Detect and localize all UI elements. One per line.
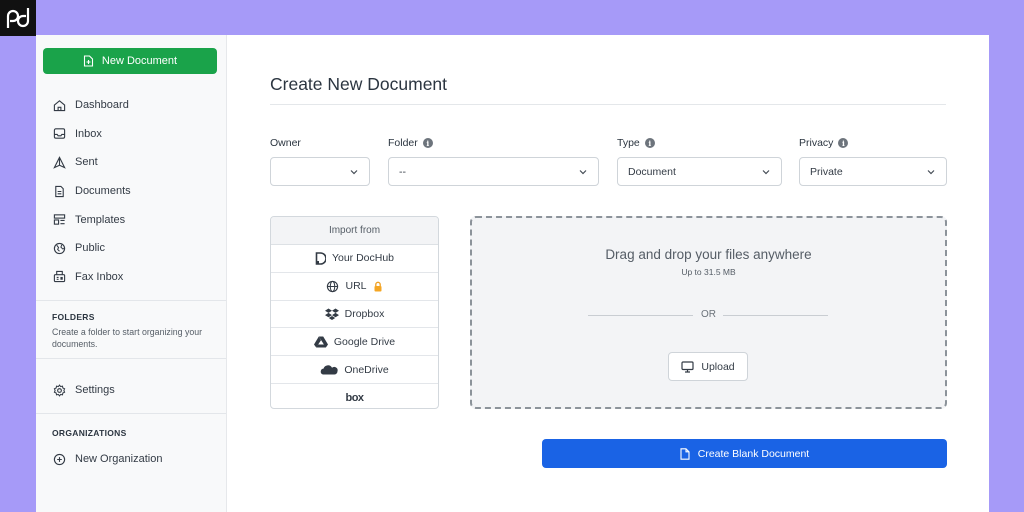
sidebar-item-label: Sent bbox=[75, 156, 98, 169]
new-document-button[interactable]: New Document bbox=[43, 48, 217, 74]
import-dochub-button[interactable]: Your DocHub bbox=[271, 245, 438, 273]
page-title: Create New Document bbox=[270, 74, 448, 94]
sidebar-item-inbox[interactable]: Inbox bbox=[36, 120, 226, 149]
folder-label: Folder i bbox=[388, 137, 433, 149]
privacy-value: Private bbox=[810, 165, 843, 178]
globe-icon bbox=[53, 242, 66, 254]
sidebar-item-dashboard[interactable]: Dashboard bbox=[36, 91, 226, 120]
privacy-label-text: Privacy bbox=[799, 137, 834, 149]
sidebar-item-label: Public bbox=[75, 242, 105, 255]
folder-label-text: Folder bbox=[388, 137, 418, 149]
sidebar-item-label: Dashboard bbox=[75, 99, 129, 112]
folder-value: -- bbox=[399, 165, 406, 178]
monitor-icon bbox=[681, 360, 694, 373]
organizations-heading: ORGANIZATIONS bbox=[52, 428, 127, 438]
gear-icon bbox=[53, 384, 66, 397]
google-drive-icon bbox=[313, 336, 328, 348]
onedrive-icon bbox=[321, 365, 338, 375]
import-dochub-label: Your DocHub bbox=[331, 252, 395, 265]
globe-icon bbox=[327, 280, 339, 292]
fax-icon bbox=[53, 271, 66, 283]
chevron-down-icon bbox=[927, 169, 935, 174]
create-blank-document-button[interactable]: Create Blank Document bbox=[542, 439, 947, 468]
inbox-icon bbox=[53, 128, 66, 140]
type-label: Type i bbox=[617, 137, 655, 149]
templates-icon bbox=[53, 214, 66, 225]
owner-label-text: Owner bbox=[270, 137, 301, 149]
sidebar-item-settings[interactable]: Settings bbox=[36, 376, 226, 405]
import-box-button[interactable]: box bbox=[271, 384, 438, 408]
sidebar-item-label: New Organization bbox=[75, 453, 163, 466]
sent-icon bbox=[53, 156, 66, 169]
folders-heading: FOLDERS bbox=[52, 312, 95, 322]
sidebar: New Document Dashboard Inbox Sent Docume… bbox=[36, 35, 227, 512]
lock-icon bbox=[374, 281, 381, 292]
chevron-down-icon bbox=[762, 169, 770, 174]
sidebar-item-sent[interactable]: Sent bbox=[36, 148, 226, 177]
chevron-down-icon bbox=[579, 169, 587, 174]
import-onedrive-label: OneDrive bbox=[344, 363, 389, 376]
sidebar-item-public[interactable]: Public bbox=[36, 234, 226, 263]
dropzone-size-limit: Up to 31.5 MB bbox=[681, 267, 736, 277]
owner-select[interactable] bbox=[270, 157, 370, 186]
owner-label: Owner bbox=[270, 137, 301, 149]
sidebar-item-templates[interactable]: Templates bbox=[36, 205, 226, 234]
file-dropzone[interactable]: Drag and drop your files anywhere Up to … bbox=[470, 216, 947, 409]
sidebar-item-label: Fax Inbox bbox=[75, 270, 124, 283]
sidebar-item-label: Settings bbox=[75, 384, 115, 397]
pd-logo bbox=[0, 0, 36, 36]
document-icon bbox=[680, 447, 690, 460]
import-panel: Import from Your DocHub URL Dropbox Goog… bbox=[270, 216, 439, 409]
sidebar-item-label: Templates bbox=[75, 213, 126, 226]
sidebar-nav: Dashboard Inbox Sent Documents Templates… bbox=[36, 91, 226, 291]
box-logo: box bbox=[345, 391, 364, 404]
type-label-text: Type bbox=[617, 137, 640, 149]
info-icon[interactable]: i bbox=[838, 138, 849, 148]
chevron-down-icon bbox=[350, 169, 358, 174]
import-url-label: URL bbox=[345, 280, 367, 293]
document-icon bbox=[55, 185, 64, 197]
privacy-label: Privacy i bbox=[799, 137, 849, 149]
import-google-drive-button[interactable]: Google Drive bbox=[271, 328, 438, 357]
sidebar-item-label: Documents bbox=[75, 185, 131, 198]
info-icon[interactable]: i bbox=[422, 138, 433, 148]
dropzone-title: Drag and drop your files anywhere bbox=[605, 247, 812, 262]
sidebar-item-label: Inbox bbox=[75, 127, 102, 140]
new-organization-button[interactable]: New Organization bbox=[36, 445, 226, 474]
dochub-icon bbox=[315, 252, 326, 265]
import-dropbox-button[interactable]: Dropbox bbox=[271, 301, 438, 329]
import-url-button[interactable]: URL bbox=[271, 273, 438, 301]
or-divider-right bbox=[723, 315, 828, 316]
folders-empty-text: Create a folder to start organizing your… bbox=[52, 327, 203, 349]
plus-circle-icon bbox=[53, 453, 66, 465]
sidebar-item-documents[interactable]: Documents bbox=[36, 177, 226, 206]
sidebar-divider bbox=[36, 358, 226, 359]
import-dropbox-label: Dropbox bbox=[344, 307, 385, 320]
sidebar-item-fax-inbox[interactable]: Fax Inbox bbox=[36, 263, 226, 292]
folder-select[interactable]: -- bbox=[388, 157, 599, 186]
privacy-select[interactable]: Private bbox=[799, 157, 947, 186]
app-window: New Document Dashboard Inbox Sent Docume… bbox=[36, 35, 989, 512]
new-document-label: New Document bbox=[101, 55, 178, 67]
or-separator: OR bbox=[701, 309, 716, 320]
dropbox-icon bbox=[324, 308, 339, 320]
title-divider bbox=[270, 104, 946, 105]
type-select[interactable]: Document bbox=[617, 157, 782, 186]
create-blank-label: Create Blank Document bbox=[697, 447, 810, 460]
new-document-icon bbox=[83, 55, 93, 67]
sidebar-divider bbox=[36, 300, 226, 301]
type-value: Document bbox=[628, 165, 676, 178]
info-icon[interactable]: i bbox=[644, 138, 655, 148]
import-heading: Import from bbox=[271, 217, 438, 245]
import-google-drive-label: Google Drive bbox=[333, 335, 396, 348]
upload-label: Upload bbox=[701, 360, 735, 373]
import-onedrive-button[interactable]: OneDrive bbox=[271, 356, 438, 384]
home-icon bbox=[53, 99, 66, 111]
upload-button[interactable]: Upload bbox=[668, 352, 748, 381]
sidebar-divider bbox=[36, 413, 226, 414]
